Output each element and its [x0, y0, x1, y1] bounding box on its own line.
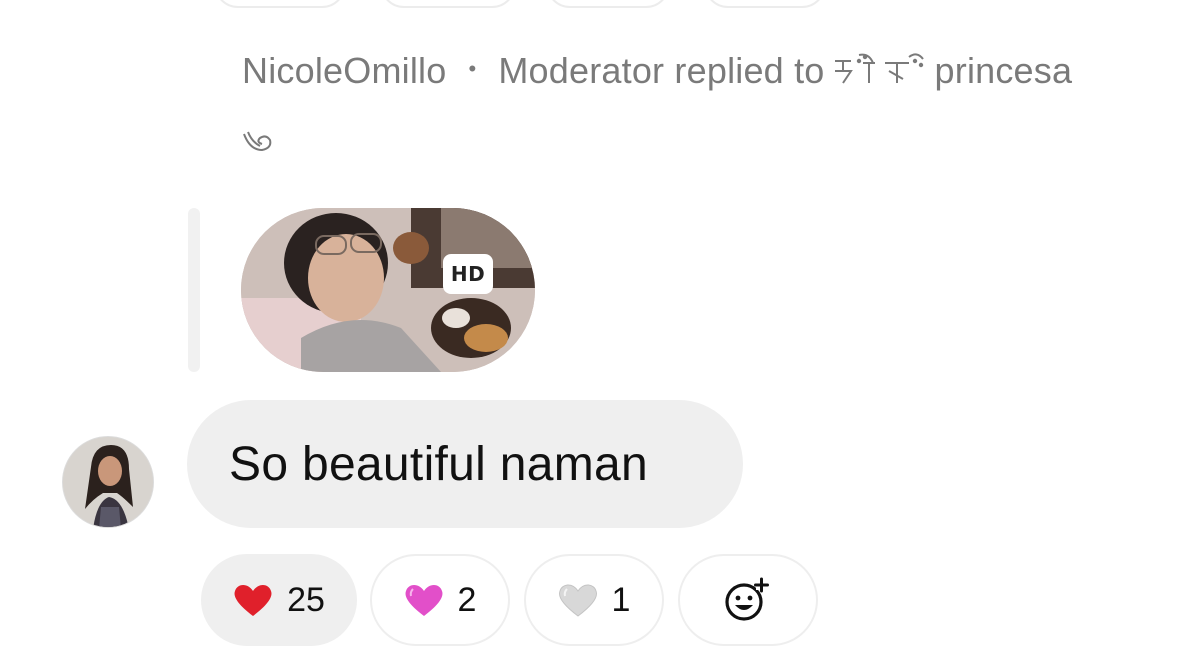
red-heart-icon — [233, 582, 273, 618]
previous-reaction-pill[interactable] — [214, 0, 346, 8]
message-bubble[interactable]: So beautiful naman — [187, 400, 743, 528]
reaction-count: 1 — [611, 580, 631, 619]
decorative-name-glyphs — [829, 51, 929, 91]
reply-context-header: NicoleOmillo • Moderator replied to prin… — [242, 50, 1072, 92]
reaction-red-heart[interactable]: 25 — [201, 554, 357, 646]
reply-author[interactable]: NicoleOmillo — [242, 50, 446, 92]
swirl-icon — [243, 131, 272, 152]
hd-badge: HD — [443, 254, 493, 294]
previous-reaction-pill[interactable] — [380, 0, 516, 8]
message-text: So beautiful naman — [229, 437, 649, 491]
add-reaction-icon — [723, 577, 773, 623]
pink-heart-icon — [404, 582, 444, 618]
separator-dot: • — [468, 56, 477, 81]
reply-role-text: Moderator replied to — [498, 50, 825, 91]
message-thread: NicoleOmillo • Moderator replied to prin… — [0, 0, 1200, 663]
reaction-count: 2 — [457, 580, 477, 619]
reaction-white-heart[interactable]: 1 — [524, 554, 664, 646]
sender-avatar[interactable] — [62, 436, 154, 528]
previous-reaction-pill[interactable] — [704, 0, 826, 8]
reaction-count: 25 — [287, 580, 325, 619]
white-heart-icon — [558, 582, 598, 618]
reply-target-name[interactable]: princesa — [935, 50, 1073, 92]
reply-quote-bar — [188, 208, 200, 372]
reaction-pink-heart[interactable]: 2 — [370, 554, 510, 646]
add-reaction-button[interactable] — [678, 554, 818, 646]
previous-reaction-pill[interactable] — [546, 0, 670, 8]
avatar-image — [63, 437, 153, 527]
